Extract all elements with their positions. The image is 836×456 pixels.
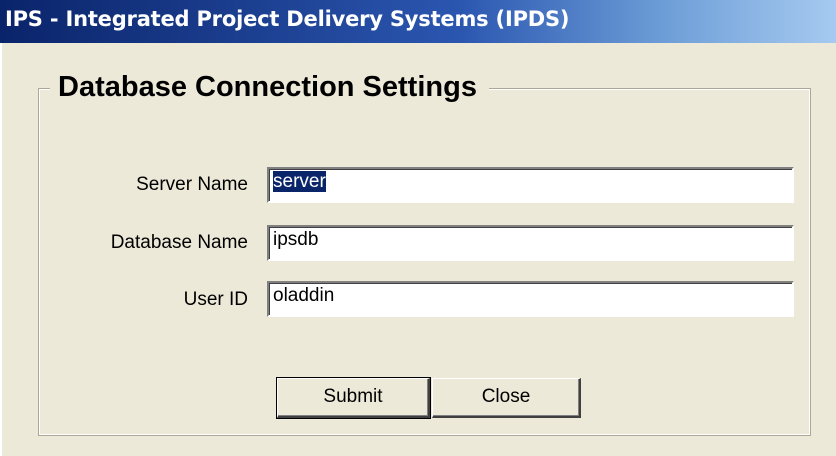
user-id-input[interactable]: oladdin <box>267 281 794 317</box>
window-title: IPS - Integrated Project Delivery System… <box>5 7 570 31</box>
server-name-value: server <box>273 171 326 192</box>
database-name-input[interactable]: ipsdb <box>267 225 794 261</box>
server-name-input[interactable]: server <box>267 167 794 203</box>
database-name-label: Database Name <box>110 232 248 253</box>
dialog-window: IPS - Integrated Project Delivery System… <box>0 0 836 456</box>
server-name-label: Server Name <box>136 174 248 195</box>
close-button[interactable]: Close <box>432 378 581 418</box>
close-button-label: Close <box>481 386 531 407</box>
groupbox-title: Database Connection Settings <box>50 67 489 107</box>
title-bar[interactable]: IPS - Integrated Project Delivery System… <box>0 0 836 43</box>
submit-button-label: Submit <box>323 386 383 407</box>
database-name-value: ipsdb <box>273 229 319 250</box>
submit-button[interactable]: Submit <box>276 377 431 419</box>
user-id-value: oladdin <box>273 285 335 306</box>
user-id-label: User ID <box>183 289 248 310</box>
